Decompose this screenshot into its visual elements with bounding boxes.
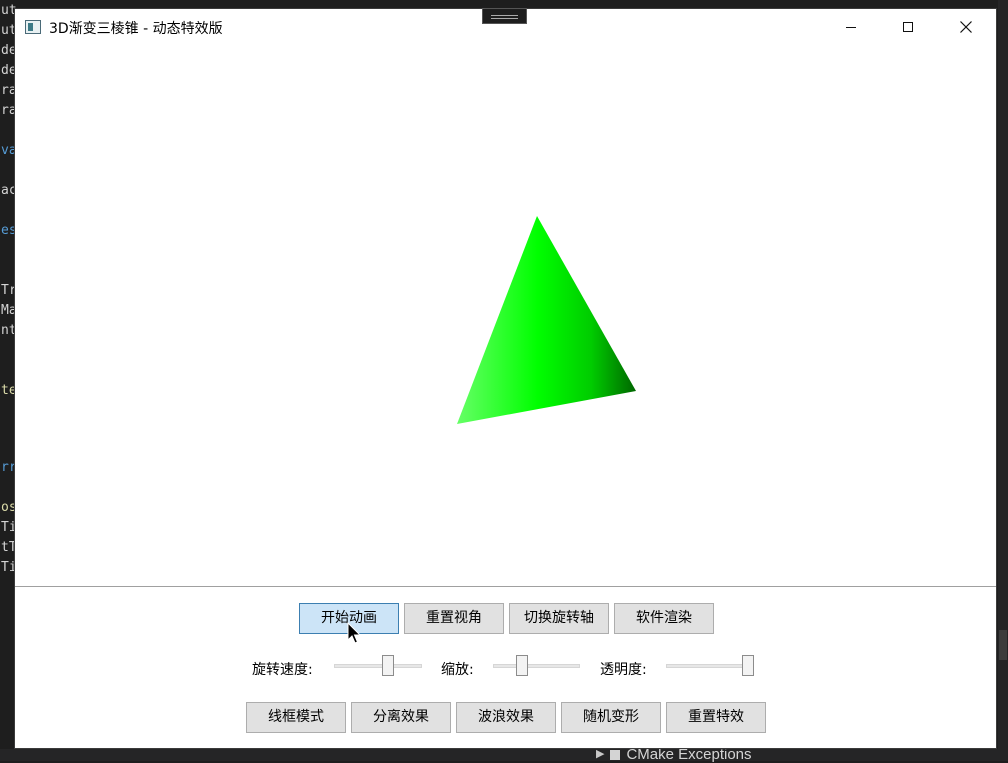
background-exceptions-item: ▶ CMake Exceptions (596, 746, 752, 763)
code-fragment: va (1, 143, 16, 158)
rotation-speed-slider[interactable] (334, 655, 422, 677)
expand-arrow-icon: ▶ (596, 748, 605, 760)
zoom-slider[interactable] (493, 655, 580, 677)
maximize-icon (903, 22, 913, 32)
code-fragment: Ti (1, 560, 16, 575)
control-panel: 开始动画 重置视角 切换旋转轴 软件渲染 旋转速度: 缩放: 透明度: 线框模式… (15, 587, 996, 748)
opacity-label: 透明度: (600, 662, 647, 678)
code-fragment: ra (1, 103, 16, 118)
code-fragment: nt (1, 323, 16, 338)
app-window: 3D渐变三棱锥 - 动态特效版 开始动画 重置视角 切换旋转轴 软件渲染 旋转速… (15, 9, 996, 748)
rotation-speed-label: 旋转速度: (252, 662, 313, 678)
app-icon (25, 20, 41, 34)
maximize-button[interactable] (885, 9, 931, 45)
slider-track (334, 664, 422, 668)
zoom-label: 缩放: (441, 662, 474, 678)
exceptions-label: CMake Exceptions (626, 746, 752, 763)
code-fragment: te (1, 383, 16, 398)
slider-track (493, 664, 580, 668)
slider-thumb[interactable] (742, 655, 754, 676)
slider-track (666, 664, 754, 668)
code-fragment: ra (1, 83, 16, 98)
slider-thumb[interactable] (515, 655, 528, 676)
background-scrollbar (998, 0, 1008, 761)
minimize-button[interactable] (828, 9, 874, 45)
minimize-icon (846, 26, 856, 28)
code-fragment: rr (1, 460, 16, 475)
wave-effect-button[interactable]: 波浪效果 (456, 702, 556, 733)
code-fragment: Tr (1, 283, 16, 298)
code-fragment: de (1, 63, 16, 78)
code-fragment: es (1, 223, 16, 238)
window-title: 3D渐变三棱锥 - 动态特效版 (49, 21, 223, 37)
code-fragment: de (1, 43, 16, 58)
wireframe-mode-button[interactable]: 线框模式 (246, 702, 346, 733)
reset-view-button[interactable]: 重置视角 (404, 603, 504, 634)
checkbox-icon (610, 749, 621, 760)
code-fragment: ut (1, 3, 16, 18)
opacity-slider[interactable] (666, 655, 754, 677)
pyramid-face (457, 216, 636, 424)
window-drag-grip[interactable] (482, 8, 527, 24)
separate-effect-button[interactable]: 分离效果 (351, 702, 451, 733)
code-fragment: ac (1, 183, 16, 198)
close-icon (960, 21, 972, 33)
random-deform-button[interactable]: 随机变形 (561, 702, 661, 733)
background-code-editor: ut ut de de ra ra va ac es Tr Ma nt te rr os Ti tT Ti (0, 0, 16, 600)
background-panel (0, 749, 1008, 761)
software-render-button[interactable]: 软件渲染 (614, 603, 714, 634)
pyramid-scene (457, 216, 636, 424)
code-fragment: Ti (1, 520, 16, 535)
render-canvas[interactable] (15, 45, 996, 587)
code-fragment: tT (1, 540, 16, 555)
scrollbar-mark (999, 630, 1007, 660)
code-fragment: Ma (1, 303, 16, 318)
mouse-cursor-icon (347, 622, 361, 644)
slider-thumb[interactable] (381, 655, 394, 676)
close-button[interactable] (943, 9, 989, 45)
code-fragment: ut (1, 23, 16, 38)
reset-effects-button[interactable]: 重置特效 (666, 702, 766, 733)
code-fragment: os (1, 500, 16, 515)
switch-axis-button[interactable]: 切换旋转轴 (509, 603, 609, 634)
